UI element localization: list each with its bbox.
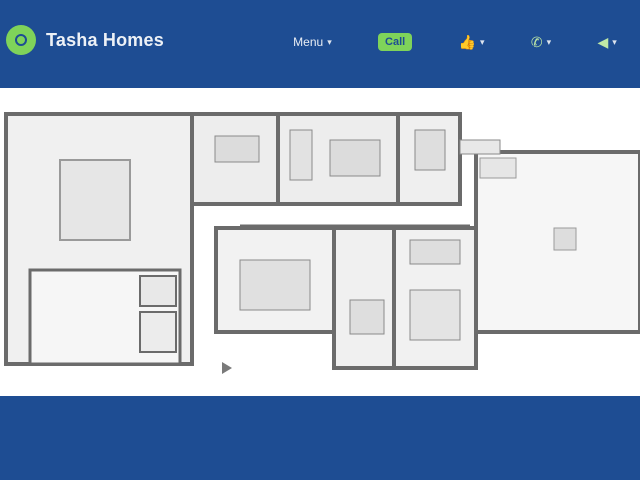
floor-plan-drawing bbox=[0, 100, 640, 386]
nav-call-button[interactable]: Call bbox=[378, 33, 413, 51]
thumbs-up-icon: 👍 bbox=[458, 34, 476, 50]
nav-menu[interactable]: Menu ▾ bbox=[293, 35, 332, 49]
logo-icon bbox=[6, 25, 36, 55]
brand-name: Tasha Homes bbox=[46, 29, 164, 50]
nav-share[interactable]: ◀ ▾ bbox=[597, 35, 616, 49]
nav-call-label: Call bbox=[378, 33, 413, 51]
phone-icon: ✆ bbox=[530, 34, 543, 50]
chevron-down-icon: ▾ bbox=[546, 36, 552, 47]
footer-bar bbox=[0, 396, 640, 480]
chevron-down-icon: ▾ bbox=[327, 36, 332, 47]
chevron-down-icon: ▾ bbox=[480, 36, 485, 47]
nav-menu-label: Menu bbox=[293, 35, 324, 49]
share-icon: ◀ bbox=[597, 34, 609, 50]
brand[interactable]: Tasha Homes bbox=[6, 22, 164, 58]
chevron-down-icon: ▾ bbox=[612, 36, 617, 47]
nav-like[interactable]: 👍 ▾ bbox=[459, 35, 485, 49]
header-bar: Tasha Homes Menu ▾ Call 👍 ▾ ✆ ▾ ◀ ▾ bbox=[0, 0, 640, 88]
floor-plan bbox=[0, 100, 640, 386]
header-nav: Menu ▾ Call 👍 ▾ ✆ ▾ ◀ ▾ bbox=[270, 30, 640, 54]
nav-phone[interactable]: ✆ ▾ bbox=[531, 35, 551, 49]
